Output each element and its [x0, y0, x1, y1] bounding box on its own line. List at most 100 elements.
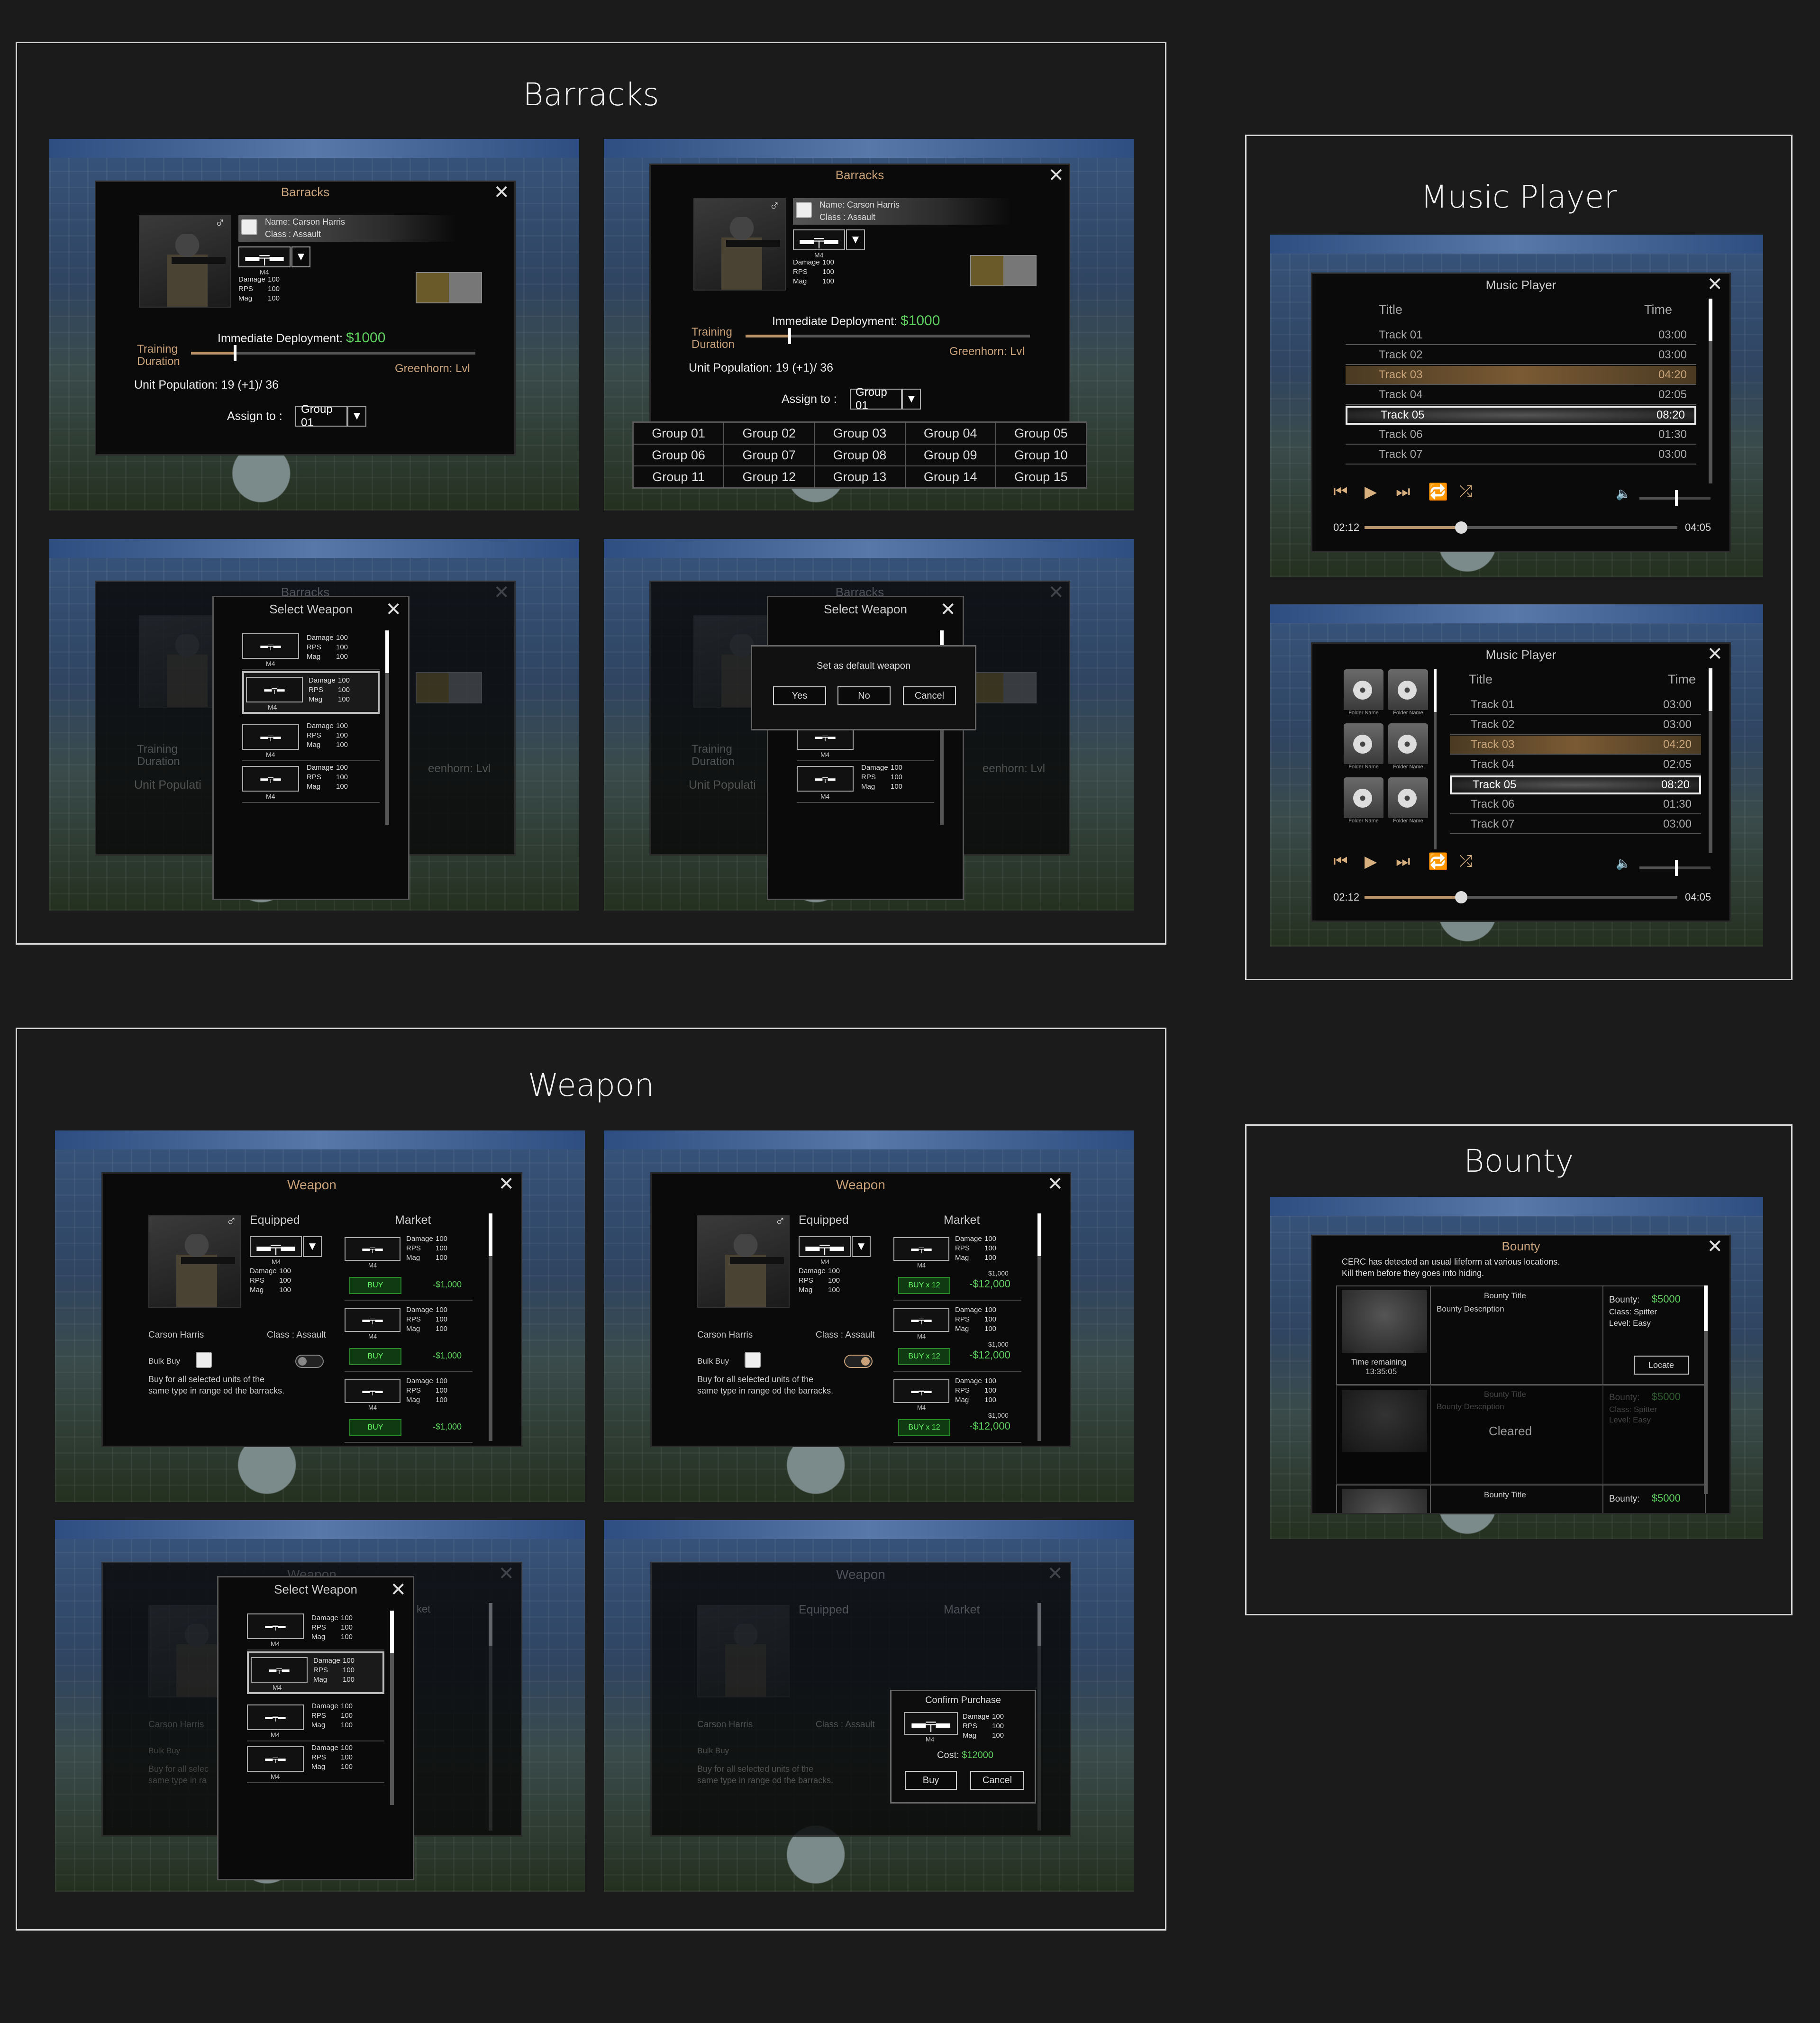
repeat-icon[interactable]: 🔁	[1428, 483, 1448, 501]
weapon-selector[interactable]: ▬╤▬	[238, 246, 291, 267]
group-option[interactable]: Group 10	[995, 444, 1086, 466]
buy-button[interactable]: BUY	[349, 1348, 401, 1365]
group-option[interactable]: Group 08	[814, 444, 905, 466]
close-icon[interactable]: ✕	[1047, 1175, 1063, 1194]
track-row[interactable]: Track 01 03:00	[1346, 326, 1696, 345]
close-icon[interactable]: ✕	[1707, 1237, 1723, 1256]
buy-bulk-button[interactable]: BUY x 12	[898, 1419, 950, 1436]
equipped-dropdown[interactable]: ▼	[852, 1236, 871, 1257]
weapon-option[interactable]: ▬╤▬ M4 Damage 100 RPS 100 Mag 100	[242, 763, 380, 803]
group-option[interactable]: Group 11	[633, 466, 724, 488]
folder-item[interactable]: Folder Name	[1388, 669, 1428, 716]
track-row[interactable]: Track 02 03:00	[1450, 716, 1701, 735]
locate-button[interactable]: Locate	[1634, 1356, 1689, 1375]
repeat-icon[interactable]: 🔁	[1428, 852, 1448, 871]
track-row[interactable]: Track 07 03:00	[1346, 446, 1696, 465]
group-option[interactable]: Group 15	[995, 466, 1086, 488]
bulk-buy-toggle[interactable]	[844, 1355, 873, 1368]
folder-item[interactable]: Folder Name	[1388, 777, 1428, 824]
shuffle-icon[interactable]: ⤮	[1459, 483, 1472, 501]
weapon-option[interactable]: ▬╤▬ M4 Damage 100 RPS 100 Mag 100	[242, 721, 380, 761]
volume-icon[interactable]: 🔈	[1616, 486, 1631, 501]
track-row[interactable]: Track 04 02:05	[1450, 756, 1701, 775]
assign-dropdown-arrow[interactable]: ▼	[902, 389, 921, 410]
weapon-option[interactable]: ▬╤▬ M4 Damage 100 RPS 100 Mag 100	[242, 630, 380, 670]
buy-bulk-button[interactable]: BUY x 12	[898, 1277, 950, 1294]
next-icon[interactable]: ⏭	[1396, 483, 1410, 501]
volume-icon[interactable]: 🔈	[1616, 856, 1631, 871]
group-option[interactable]: Group 04	[905, 422, 996, 444]
buy-button[interactable]: BUY	[349, 1277, 401, 1294]
scrollbar[interactable]	[1704, 1285, 1708, 1494]
close-icon[interactable]: ✕	[940, 600, 956, 619]
previous-icon[interactable]: ⏮	[1333, 483, 1348, 501]
assign-dropdown-arrow[interactable]: ▼	[347, 406, 366, 427]
equipped-weapon[interactable]: ▬╤▬	[799, 1236, 851, 1257]
play-icon[interactable]: ▶	[1365, 852, 1377, 871]
folder-item[interactable]: Folder Name	[1388, 723, 1428, 770]
assign-group-select[interactable]: Group 01	[850, 386, 902, 412]
close-icon[interactable]: ✕	[493, 183, 510, 202]
group-option[interactable]: Group 03	[814, 422, 905, 444]
training-slider[interactable]	[746, 328, 1030, 344]
track-row[interactable]: Track 02 03:00	[1346, 346, 1696, 365]
assign-group-select[interactable]: Group 01	[295, 403, 347, 429]
confirm-buy-button[interactable]: Buy	[905, 1771, 957, 1790]
track-row-selected[interactable]: Track 05 08:20	[1450, 775, 1701, 794]
equipped-weapon[interactable]: ▬╤▬	[250, 1236, 302, 1257]
weapon-selector[interactable]: ▬╤▬	[793, 229, 845, 250]
progress-slider[interactable]	[1365, 521, 1677, 534]
track-row[interactable]: Track 07 03:00	[1450, 815, 1701, 834]
folder-item[interactable]: Folder Name	[1344, 669, 1383, 716]
volume-slider[interactable]	[1639, 490, 1711, 506]
close-icon[interactable]: ✕	[1048, 166, 1064, 185]
equipped-dropdown[interactable]: ▼	[303, 1236, 322, 1257]
close-icon[interactable]: ✕	[498, 1175, 514, 1194]
weapon-option-selected[interactable]: ▬╤▬ M4 Damage 100 RPS 100 Mag 100	[247, 1651, 384, 1694]
folder-item[interactable]: Folder Name	[1344, 777, 1383, 824]
track-row[interactable]: Track 06 01:30	[1450, 795, 1701, 814]
group-option[interactable]: Group 14	[905, 466, 996, 488]
close-icon[interactable]: ✕	[1707, 275, 1723, 294]
scrollbar[interactable]	[385, 630, 389, 825]
buy-bulk-button[interactable]: BUY x 12	[898, 1348, 950, 1365]
weapon-option[interactable]: ▬╤▬ M4 Damage 100 RPS 100 Mag 100	[247, 1702, 384, 1741]
weapon-option-selected[interactable]: ▬╤▬ M4 Damage 100 RPS 100 Mag 100	[242, 671, 380, 714]
training-slider[interactable]	[191, 345, 475, 361]
cancel-button[interactable]: Cancel	[903, 686, 956, 705]
weapon-dropdown[interactable]: ▼	[291, 246, 310, 267]
close-icon[interactable]: ✕	[385, 600, 401, 619]
folder-item[interactable]: Folder Name	[1344, 723, 1383, 770]
next-icon[interactable]: ⏭	[1396, 852, 1410, 871]
grenade-icon[interactable]	[970, 255, 1037, 286]
group-option[interactable]: Group 13	[814, 466, 905, 488]
group-option[interactable]: Group 07	[724, 444, 815, 466]
group-option[interactable]: Group 06	[633, 444, 724, 466]
progress-slider[interactable]	[1365, 891, 1677, 903]
weapon-option[interactable]: ▬╤▬ M4 Damage 100 RPS 100 Mag 100	[797, 763, 934, 803]
group-option[interactable]: Group 02	[724, 422, 815, 444]
scrollbar[interactable]	[489, 1213, 492, 1441]
group-option[interactable]: Group 05	[995, 422, 1086, 444]
group-option[interactable]: Group 12	[724, 466, 815, 488]
scrollbar[interactable]	[390, 1611, 394, 1805]
scrollbar[interactable]	[1037, 1213, 1041, 1441]
previous-icon[interactable]: ⏮	[1333, 852, 1348, 871]
no-button[interactable]: No	[837, 686, 891, 705]
group-option[interactable]: Group 09	[905, 444, 996, 466]
track-row-selected[interactable]: Track 05 08:20	[1346, 406, 1696, 425]
grenade-icon[interactable]	[416, 272, 482, 303]
track-row-hover[interactable]: Track 03 04:20	[1450, 736, 1701, 755]
play-icon[interactable]: ▶	[1365, 483, 1377, 501]
group-option[interactable]: Group 01	[633, 422, 724, 444]
weapon-option[interactable]: ▬╤▬ M4 Damage 100 RPS 100 Mag 100	[247, 1743, 384, 1783]
volume-slider[interactable]	[1639, 860, 1711, 876]
close-icon[interactable]: ✕	[390, 1580, 406, 1599]
weapon-dropdown[interactable]: ▼	[846, 229, 865, 250]
track-row[interactable]: Track 04 02:05	[1346, 386, 1696, 405]
buy-button[interactable]: BUY	[349, 1419, 401, 1436]
yes-button[interactable]: Yes	[773, 686, 826, 705]
scrollbar[interactable]	[1709, 299, 1712, 483]
confirm-cancel-button[interactable]: Cancel	[970, 1771, 1024, 1790]
bulk-buy-toggle[interactable]	[295, 1355, 324, 1368]
